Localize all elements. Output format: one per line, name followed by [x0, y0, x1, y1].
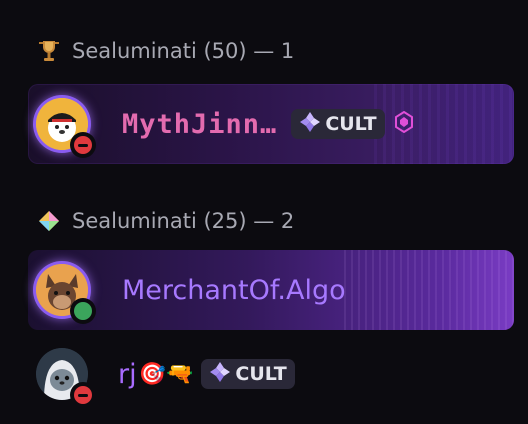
guild-tag[interactable]: CULT: [201, 359, 295, 389]
section-label: Sealuminati (25) — 2: [72, 209, 295, 233]
status-dnd-icon: [70, 132, 96, 158]
diamond-icon: [36, 208, 62, 234]
status-dnd-icon: [70, 382, 96, 408]
avatar[interactable]: [36, 348, 96, 408]
section-label: Sealuminati (50) — 1: [72, 39, 295, 63]
member-name[interactable]: MerchantOf.Algo: [122, 275, 346, 306]
guild-tag-label: CULT: [325, 113, 377, 135]
section-header-sealuminati-25: Sealuminati (25) — 2: [36, 208, 294, 234]
section-header-sealuminati-50: Sealuminati (50) — 1: [36, 38, 294, 64]
member-name[interactable]: MythJinn…: [122, 109, 277, 140]
name-emoji: 🎯🔫: [138, 361, 194, 387]
avatar[interactable]: [36, 264, 96, 324]
status-online-icon: [70, 298, 96, 324]
avatar[interactable]: [36, 98, 96, 158]
member-name[interactable]: rj: [118, 359, 137, 390]
member-row-mythjinn[interactable]: MythJinn… CULT: [28, 84, 514, 164]
trophy-icon: [36, 38, 62, 64]
sparkle-diamond-icon: [299, 111, 321, 138]
member-row-rj[interactable]: rj 🎯🔫 CULT: [28, 334, 514, 414]
nitro-boost-icon[interactable]: [394, 110, 413, 137]
member-row-merchantof-algo[interactable]: MerchantOf.Algo: [28, 250, 514, 330]
sparkle-diamond-icon: [209, 361, 231, 388]
guild-tag-label: CULT: [235, 363, 287, 385]
guild-tag[interactable]: CULT: [291, 109, 385, 139]
